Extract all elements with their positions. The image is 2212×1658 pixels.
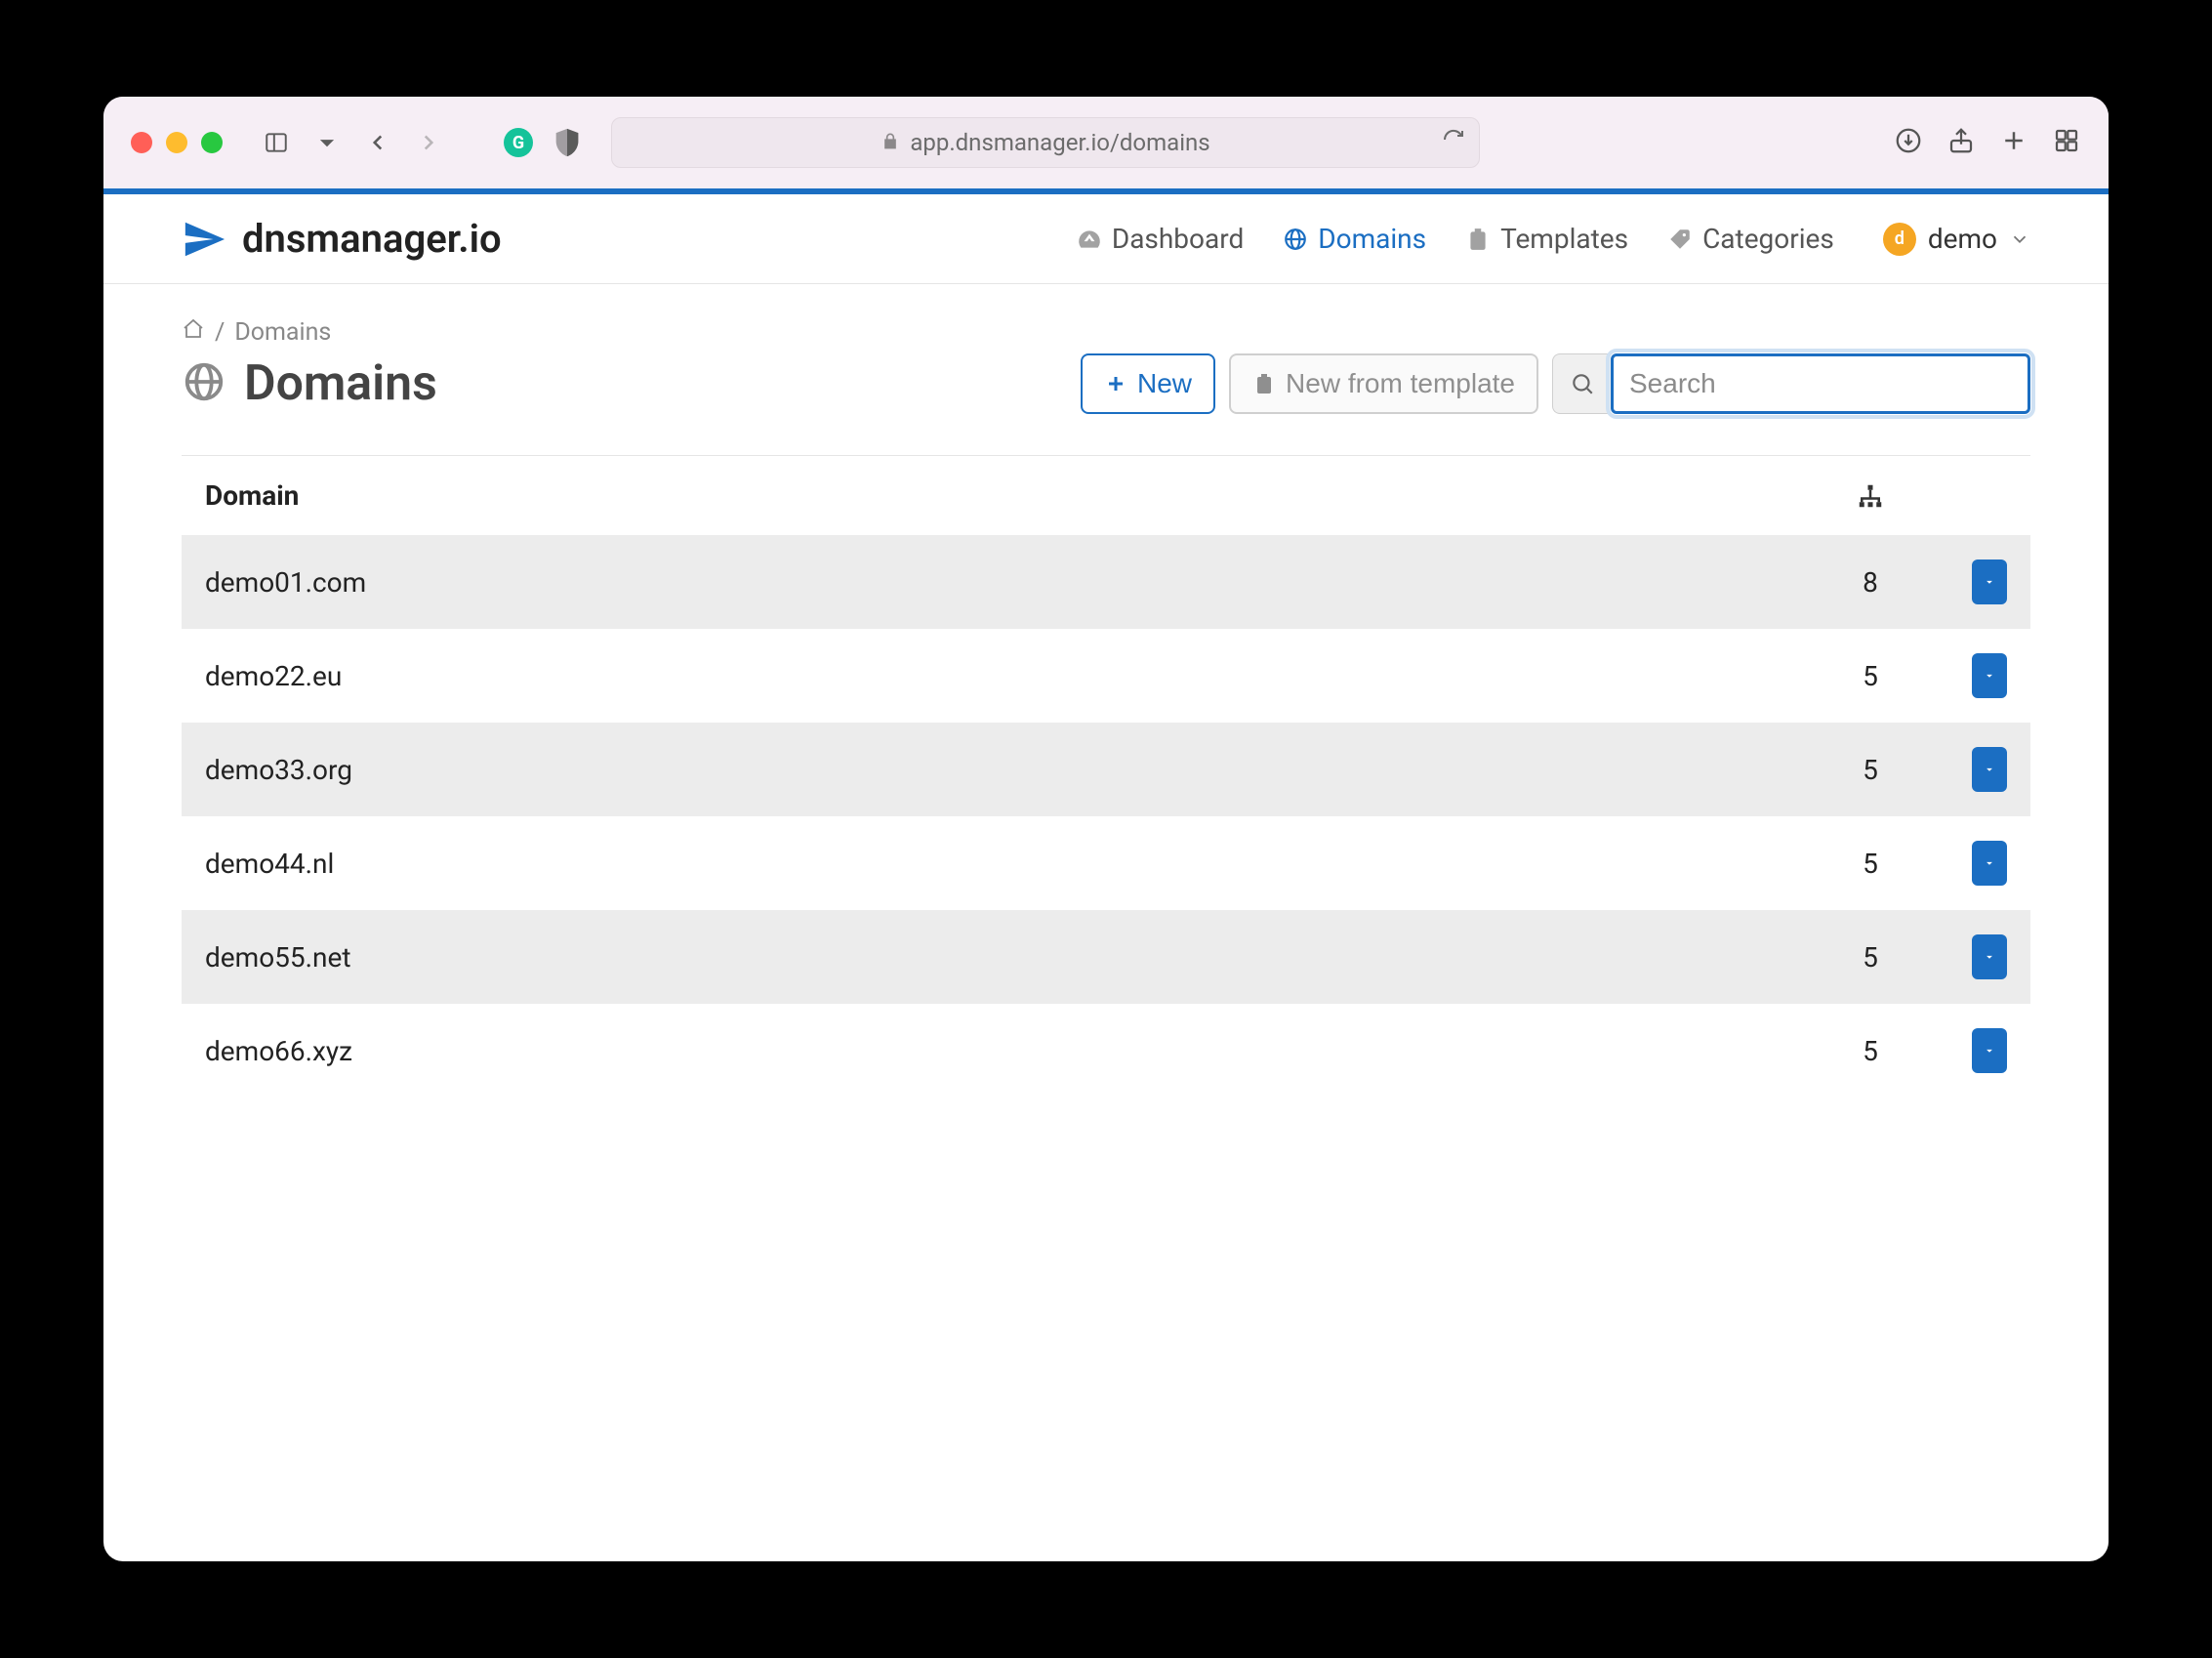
nav-domains-label: Domains (1318, 223, 1426, 255)
td-records: 8 (1812, 566, 1929, 599)
close-window-button[interactable] (131, 132, 152, 153)
page-title-icon (182, 359, 226, 408)
minimize-window-button[interactable] (166, 132, 187, 153)
new-button-label: New (1137, 368, 1192, 399)
breadcrumb-home[interactable] (182, 317, 205, 348)
globe-icon (182, 359, 226, 404)
tachometer-icon (1077, 227, 1102, 252)
new-tab-button[interactable] (1999, 126, 2028, 159)
tab-overview-button[interactable] (2052, 126, 2081, 159)
row-actions-button[interactable] (1972, 841, 2007, 886)
nav-domains[interactable]: Domains (1283, 223, 1426, 255)
caret-down-icon (1983, 669, 1996, 683)
row-actions-button[interactable] (1972, 653, 2007, 698)
caret-down-icon (1983, 856, 1996, 870)
maximize-window-button[interactable] (201, 132, 223, 153)
page-actions: New New from template (1081, 353, 2030, 414)
td-domain: demo22.eu (205, 660, 1812, 692)
td-records: 5 (1812, 660, 1929, 692)
nav-forward-button[interactable] (412, 126, 445, 159)
row-actions-button[interactable] (1972, 934, 2007, 979)
td-domain: demo44.nl (205, 848, 1812, 880)
nav-dashboard[interactable]: Dashboard (1077, 223, 1244, 255)
nav-links: Dashboard Domains Templates Categories d… (1077, 223, 2030, 256)
nav-back-button[interactable] (361, 126, 394, 159)
new-from-template-button[interactable]: New from template (1229, 353, 1538, 414)
breadcrumb-sep: / (215, 318, 225, 347)
table-row[interactable]: demo33.org5 (182, 723, 2030, 816)
search-icon (1570, 371, 1595, 396)
plus-icon (1104, 372, 1127, 395)
caret-down-icon (1983, 950, 1996, 964)
domains-table: Domain demo01.com8demo22.eu5demo33.org5d… (182, 456, 2030, 1098)
page-header-row: Domains New New from template (182, 353, 2030, 414)
globe-icon (1283, 227, 1308, 252)
privacy-shield-icon[interactable] (551, 126, 584, 159)
caret-down-icon (1983, 1044, 1996, 1057)
lock-icon (881, 129, 900, 156)
clipboard-icon (1465, 227, 1491, 252)
chevron-down-icon (2009, 228, 2030, 250)
user-menu[interactable]: d demo (1883, 223, 2030, 256)
td-records: 5 (1812, 1035, 1929, 1067)
table-row[interactable]: demo44.nl5 (182, 816, 2030, 910)
td-domain: demo01.com (205, 566, 1812, 599)
downloads-button[interactable] (1894, 126, 1923, 159)
clipboard-icon (1252, 372, 1276, 395)
page-title: Domains (244, 355, 437, 412)
top-nav: dnsmanager.io Dashboard Domains Template… (103, 194, 2109, 284)
td-records: 5 (1812, 941, 1929, 974)
table-header: Domain (182, 456, 2030, 535)
tab-group-dropdown[interactable] (310, 126, 344, 159)
breadcrumb-current: Domains (234, 318, 331, 347)
page-content: / Domains Domains New New from template (103, 284, 2109, 1098)
window-controls (131, 132, 223, 153)
th-domain[interactable]: Domain (205, 479, 1812, 512)
td-domain: demo55.net (205, 941, 1812, 974)
table-body: demo01.com8demo22.eu5demo33.org5demo44.n… (182, 535, 2030, 1098)
search (1552, 353, 2030, 414)
home-icon (182, 317, 205, 341)
table-row[interactable]: demo22.eu5 (182, 629, 2030, 723)
row-actions-button[interactable] (1972, 1028, 2007, 1073)
brand-text: dnsmanager.io (242, 216, 502, 262)
caret-down-icon (1983, 763, 1996, 776)
td-records: 5 (1812, 848, 1929, 880)
reload-button[interactable] (1442, 128, 1465, 157)
td-domain: demo33.org (205, 754, 1812, 786)
grammarly-extension-icon[interactable]: G (504, 128, 533, 157)
nav-categories[interactable]: Categories (1667, 223, 1834, 255)
table-row[interactable]: demo01.com8 (182, 535, 2030, 629)
sitemap-icon (1856, 481, 1885, 511)
td-records: 5 (1812, 754, 1929, 786)
paper-plane-icon (182, 217, 226, 262)
table-row[interactable]: demo55.net5 (182, 910, 2030, 1004)
new-button[interactable]: New (1081, 353, 1215, 414)
address-bar[interactable]: app.dnsmanager.io/domains (611, 117, 1480, 168)
row-actions-button[interactable] (1972, 747, 2007, 792)
table-row[interactable]: demo66.xyz5 (182, 1004, 2030, 1098)
address-bar-url: app.dnsmanager.io/domains (910, 129, 1209, 156)
search-input[interactable] (1611, 353, 2030, 414)
user-name: demo (1928, 223, 1997, 255)
new-from-template-label: New from template (1286, 368, 1515, 399)
brand[interactable]: dnsmanager.io (182, 216, 502, 262)
td-domain: demo66.xyz (205, 1035, 1812, 1067)
tags-icon (1667, 227, 1693, 252)
browser-window: G app.dnsmanager.io/domains dnsmanager.i… (103, 97, 2109, 1561)
nav-dashboard-label: Dashboard (1112, 223, 1244, 255)
share-button[interactable] (1946, 126, 1976, 159)
nav-categories-label: Categories (1702, 223, 1834, 255)
sidebar-toggle-button[interactable] (260, 126, 293, 159)
breadcrumb: / Domains (182, 317, 2030, 348)
th-records[interactable] (1812, 481, 1929, 511)
browser-chrome: G app.dnsmanager.io/domains (103, 97, 2109, 188)
nav-templates[interactable]: Templates (1465, 223, 1628, 255)
caret-down-icon (1983, 575, 1996, 589)
row-actions-button[interactable] (1972, 560, 2007, 604)
search-icon-box[interactable] (1552, 353, 1611, 414)
avatar: d (1883, 223, 1916, 256)
nav-templates-label: Templates (1500, 223, 1628, 255)
